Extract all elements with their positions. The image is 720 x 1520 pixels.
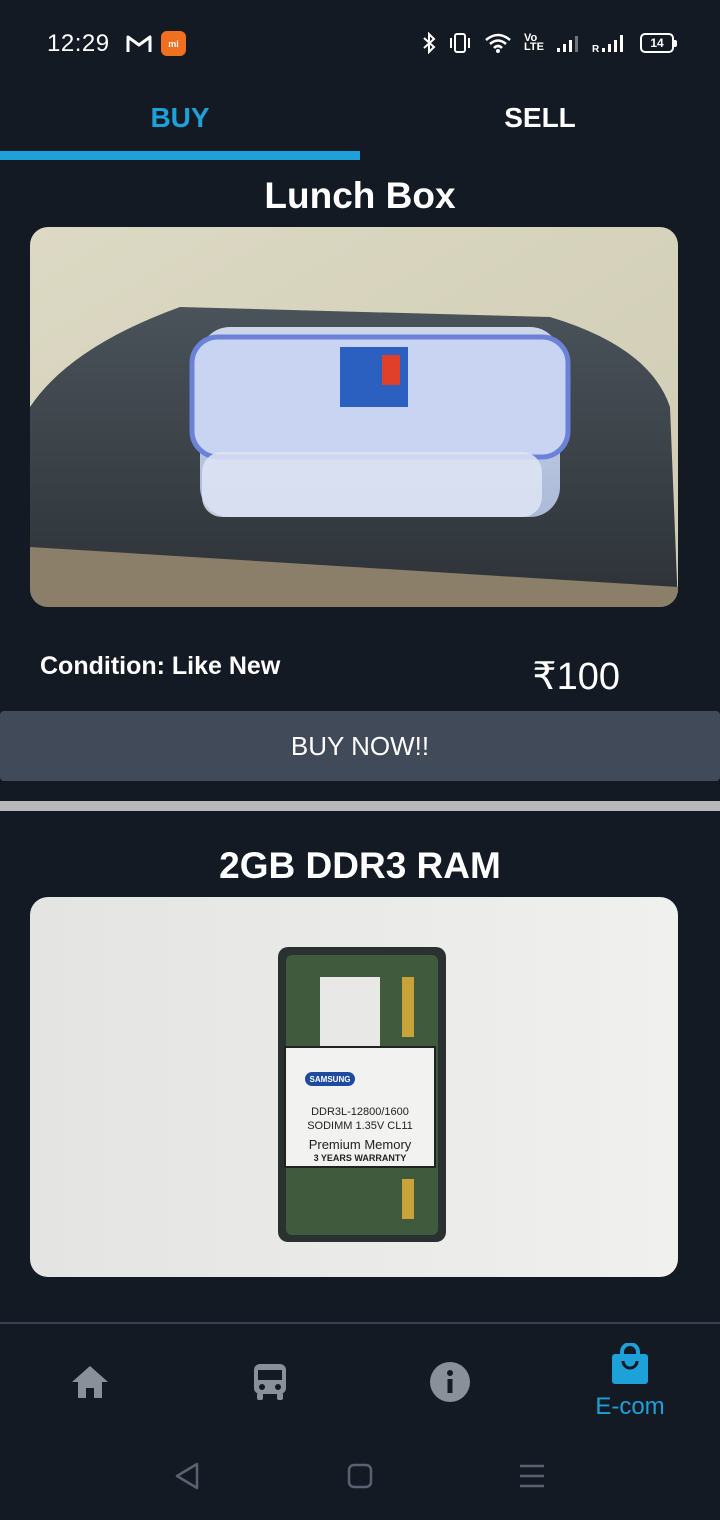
ram-label-line1: DDR3L-12800/1600: [311, 1106, 409, 1118]
nav-ecom[interactable]: E-com: [540, 1324, 720, 1440]
ram-label-line4: 3 YEARS WARRANTY: [314, 1153, 407, 1163]
product-price: ₹100: [532, 656, 620, 698]
system-navigation-bar: [0, 1440, 720, 1520]
mi-app-icon: mi: [161, 31, 186, 56]
nav-ecom-label: E-com: [595, 1393, 665, 1420]
home-button-icon[interactable]: [346, 1458, 374, 1494]
product-image-lunch-box[interactable]: [30, 227, 678, 607]
status-time: 12:29: [47, 30, 110, 57]
shopping-bag-icon: [612, 1343, 648, 1384]
active-tab-indicator: [0, 151, 360, 160]
product-separator: [0, 801, 720, 811]
status-bar: 12:29 mi Vo LTE R 14: [0, 0, 720, 88]
nav-bus[interactable]: [180, 1324, 360, 1440]
product-title: 2GB DDR3 RAM: [219, 845, 501, 886]
roaming-signal-icon: R: [592, 35, 623, 53]
tab-bar: BUY SELL: [0, 88, 720, 160]
home-icon: [72, 1366, 108, 1398]
info-icon: [430, 1362, 470, 1402]
tab-sell[interactable]: SELL: [360, 88, 720, 148]
tab-buy[interactable]: BUY: [0, 88, 360, 148]
bluetooth-icon: [423, 32, 436, 54]
signal-icon: [557, 36, 578, 52]
ram-label-line2: SODIMM 1.35V CL11: [307, 1120, 413, 1132]
svg-text:R: R: [592, 44, 600, 53]
battery-icon: 14: [640, 33, 677, 53]
buy-now-button[interactable]: BUY NOW!!: [0, 711, 720, 781]
ram-label-brand: SAMSUNG: [310, 1075, 351, 1084]
back-icon[interactable]: [173, 1458, 201, 1494]
product-image-ram[interactable]: SAMSUNG DDR3L-12800/1600 SODIMM 1.35V CL…: [30, 897, 678, 1277]
ram-label-line3: Premium Memory: [309, 1137, 412, 1152]
volte-indicator: Vo LTE: [524, 32, 544, 53]
product-title: Lunch Box: [264, 175, 456, 216]
product-condition: Condition: Like New: [40, 652, 281, 680]
nav-home[interactable]: [0, 1324, 180, 1440]
menu-icon[interactable]: [518, 1458, 546, 1494]
bus-icon: [254, 1364, 286, 1400]
gmail-icon: [126, 35, 152, 52]
svg-text:mi: mi: [168, 39, 179, 49]
status-icons: Vo LTE R 14: [422, 28, 677, 58]
wifi-icon: [485, 33, 511, 53]
vibrate-icon: [450, 33, 471, 53]
nav-info[interactable]: [360, 1324, 540, 1440]
